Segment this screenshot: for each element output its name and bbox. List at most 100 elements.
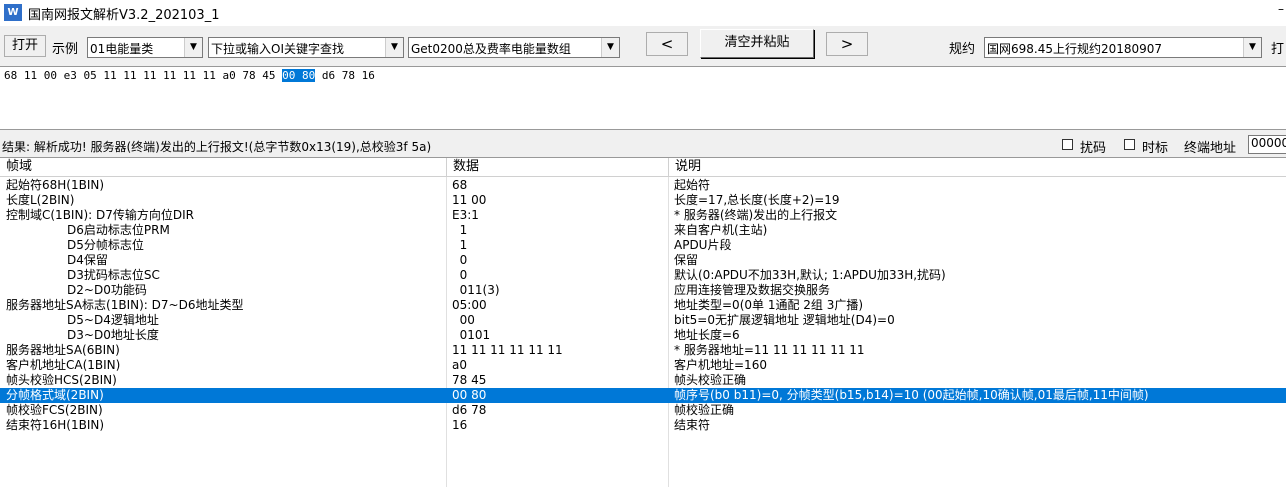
minimize-button[interactable]: – (1278, 2, 1284, 16)
hex-after: d6 78 16 (315, 69, 375, 82)
row-desc: 起始符 (674, 178, 711, 192)
row-field: 客户机地址CA(1BIN) (6, 358, 121, 372)
table-row[interactable]: 服务器地址SA(6BIN) 11 11 11 11 11 11 * 服务器地址=11… (0, 343, 1286, 358)
row-desc: 地址类型=0(0单 1通配 2组 3广播) (674, 298, 864, 312)
protocol-select-value: 国网698.45上行规约20180907 (987, 42, 1163, 56)
row-data: 11 00 (452, 193, 487, 207)
result-text: 结果: 解析成功! 服务器(终端)发出的上行报文!(总字节数0x13(19),总… (2, 140, 432, 154)
row-desc: * 服务器(终端)发出的上行报文 (674, 208, 838, 222)
header-desc[interactable]: 说明 (669, 158, 1286, 176)
hex-selected: 00 80 (282, 69, 316, 82)
table-row[interactable]: D3扰码标志位SC 0 默认(0:APDU不加33H,默认; 1:APDU加33H… (0, 268, 1286, 283)
keyword-select[interactable]: 下拉或输入OI关键字查找 ▼ (208, 37, 404, 58)
table-row[interactable]: D3~D0地址长度 0101 地址长度=6 (0, 328, 1286, 343)
row-data: 68 (452, 178, 468, 192)
terminal-address-label: 终端地址 (1184, 141, 1237, 156)
row-field: 长度L(2BIN) (6, 193, 75, 207)
timestamp-checkbox[interactable] (1124, 139, 1135, 150)
row-desc: 结束符 (674, 418, 711, 432)
row-desc: * 服务器地址=11 11 11 11 11 11 (674, 343, 865, 357)
row-field: 服务器地址SA(6BIN) (6, 343, 120, 357)
scramble-checkbox[interactable] (1062, 139, 1073, 150)
row-desc: 帧序号(b0 b11)=0, 分帧类型(b15,b14)=10 (00起始帧,1… (674, 388, 1149, 402)
row-data: 16 (452, 418, 468, 432)
row-data: 1 (452, 223, 468, 237)
clear-paste-button[interactable]: 清空并粘贴 (700, 29, 814, 58)
row-data: d6 78 (452, 403, 487, 417)
row-desc: 帧头校验正确 (674, 373, 747, 387)
table-row[interactable]: 客户机地址CA(1BIN) a0 客户机地址=160 (0, 358, 1286, 373)
row-desc: 保留 (674, 253, 699, 267)
hex-before: 68 11 00 e3 05 11 11 11 11 11 11 a0 78 4… (4, 69, 283, 82)
row-field: 控制域C(1BIN): D7传输方向位DIR (6, 208, 194, 222)
row-data: E3:1 (452, 208, 479, 222)
table-row[interactable]: D5分帧标志位 1 APDU片段 (0, 238, 1286, 253)
function-select-value: Get0200总及费率电能量数组 (411, 42, 571, 56)
table-row[interactable]: 起始符68H(1BIN) 68 起始符 (0, 178, 1286, 193)
toolbar: 打开 示例 01电能量类 ▼ 下拉或输入OI关键字查找 ▼ Get0200总及费… (0, 26, 1286, 66)
table-header: 帧域 数据 说明 (0, 158, 1286, 177)
row-field: D3~D0地址长度 (6, 328, 159, 342)
chevron-down-icon[interactable]: ▼ (385, 38, 403, 57)
row-field: D3扰码标志位SC (6, 268, 160, 282)
row-desc: APDU片段 (674, 238, 732, 252)
header-data[interactable]: 数据 (447, 158, 669, 176)
table-row[interactable]: 帧校验FCS(2BIN) d6 78 帧校验正确 (0, 403, 1286, 418)
row-data: 0 (452, 268, 468, 282)
function-select[interactable]: Get0200总及费率电能量数组 ▼ (408, 37, 620, 58)
chevron-down-icon[interactable]: ▼ (1243, 38, 1261, 57)
hex-text: 68 11 00 e3 05 11 11 11 11 11 11 a0 78 4… (4, 69, 375, 82)
protocol-select[interactable]: 国网698.45上行规约20180907 ▼ (984, 37, 1262, 58)
table-row[interactable]: D5~D4逻辑地址 00 bit5=0无扩展逻辑地址 逻辑地址(D4)=0 (0, 313, 1286, 328)
title-bar: W 国南网报文解析V3.2_202103_1 – (0, 0, 1286, 26)
example-label: 示例 (52, 42, 79, 57)
row-field: D6启动标志位PRM (6, 223, 170, 237)
chevron-down-icon[interactable]: ▼ (601, 38, 619, 57)
row-data: 78 45 (452, 373, 487, 387)
table-row[interactable]: 分帧格式域(2BIN) 00 80 帧序号(b0 b11)=0, 分帧类型(b15,… (0, 388, 1286, 403)
row-data: 00 (452, 313, 475, 327)
table-row[interactable]: D4保留 0 保留 (0, 253, 1286, 268)
row-desc: 应用连接管理及数据交换服务 (674, 283, 831, 297)
scramble-label: 扰码 (1080, 141, 1107, 156)
window-title: 国南网报文解析V3.2_202103_1 (28, 8, 220, 23)
row-data: 05:00 (452, 298, 487, 312)
example-select[interactable]: 01电能量类 ▼ (87, 37, 203, 58)
row-field: 结束符16H(1BIN) (6, 418, 105, 432)
row-data: 00 80 (452, 388, 487, 402)
row-desc: 默认(0:APDU不加33H,默认; 1:APDU加33H,扰码) (674, 268, 946, 282)
table-row[interactable]: D2~D0功能码 011(3) 应用连接管理及数据交换服务 (0, 283, 1286, 298)
row-data: 11 11 11 11 11 11 (452, 343, 563, 357)
table-row[interactable]: D6启动标志位PRM 1 来自客户机(主站) (0, 223, 1286, 238)
row-desc: 客户机地址=160 (674, 358, 767, 372)
timestamp-label: 时标 (1142, 141, 1169, 156)
row-field: 服务器地址SA标志(1BIN): D7~D6地址类型 (6, 298, 244, 312)
chevron-down-icon[interactable]: ▼ (184, 38, 202, 57)
row-field: 帧校验FCS(2BIN) (6, 403, 103, 417)
status-bar: 结果: 解析成功! 服务器(终端)发出的上行报文!(总字节数0x13(19),总… (0, 133, 1286, 157)
hex-input[interactable]: 68 11 00 e3 05 11 11 11 11 11 11 a0 78 4… (0, 66, 1286, 130)
row-field: D5~D4逻辑地址 (6, 313, 159, 327)
row-data: 011(3) (452, 283, 500, 297)
table-row[interactable]: 帧头校验HCS(2BIN) 78 45 帧头校验正确 (0, 373, 1286, 388)
row-field: D2~D0功能码 (6, 283, 147, 297)
row-data: 0101 (452, 328, 491, 342)
row-field: 起始符68H(1BIN) (6, 178, 105, 192)
row-data: 0 (452, 253, 468, 267)
row-data: 1 (452, 238, 468, 252)
open-button[interactable]: 打开 (4, 35, 46, 57)
protocol-label: 规约 (949, 42, 976, 57)
row-field: D5分帧标志位 (6, 238, 144, 252)
parse-result-table: 帧域 数据 说明 起始符68H(1BIN) 68 起始符 长度L(2BIN) 11 00… (0, 157, 1286, 487)
app-logo-icon: W (4, 4, 22, 21)
terminal-address-input[interactable]: 000000 (1248, 135, 1286, 154)
header-field[interactable]: 帧域 (0, 158, 447, 176)
row-desc: 地址长度=6 (674, 328, 740, 342)
table-row[interactable]: 服务器地址SA标志(1BIN): D7~D6地址类型 05:00 地址类型=0(0单… (0, 298, 1286, 313)
prev-button[interactable]: < (646, 32, 688, 56)
open2-button[interactable]: 打 (1271, 38, 1284, 57)
table-row[interactable]: 结束符16H(1BIN) 16 结束符 (0, 418, 1286, 433)
table-row[interactable]: 长度L(2BIN) 11 00 长度=17,总长度(长度+2)=19 (0, 193, 1286, 208)
table-row[interactable]: 控制域C(1BIN): D7传输方向位DIR E3:1 * 服务器(终端)发出的上行… (0, 208, 1286, 223)
next-button[interactable]: > (826, 32, 868, 56)
